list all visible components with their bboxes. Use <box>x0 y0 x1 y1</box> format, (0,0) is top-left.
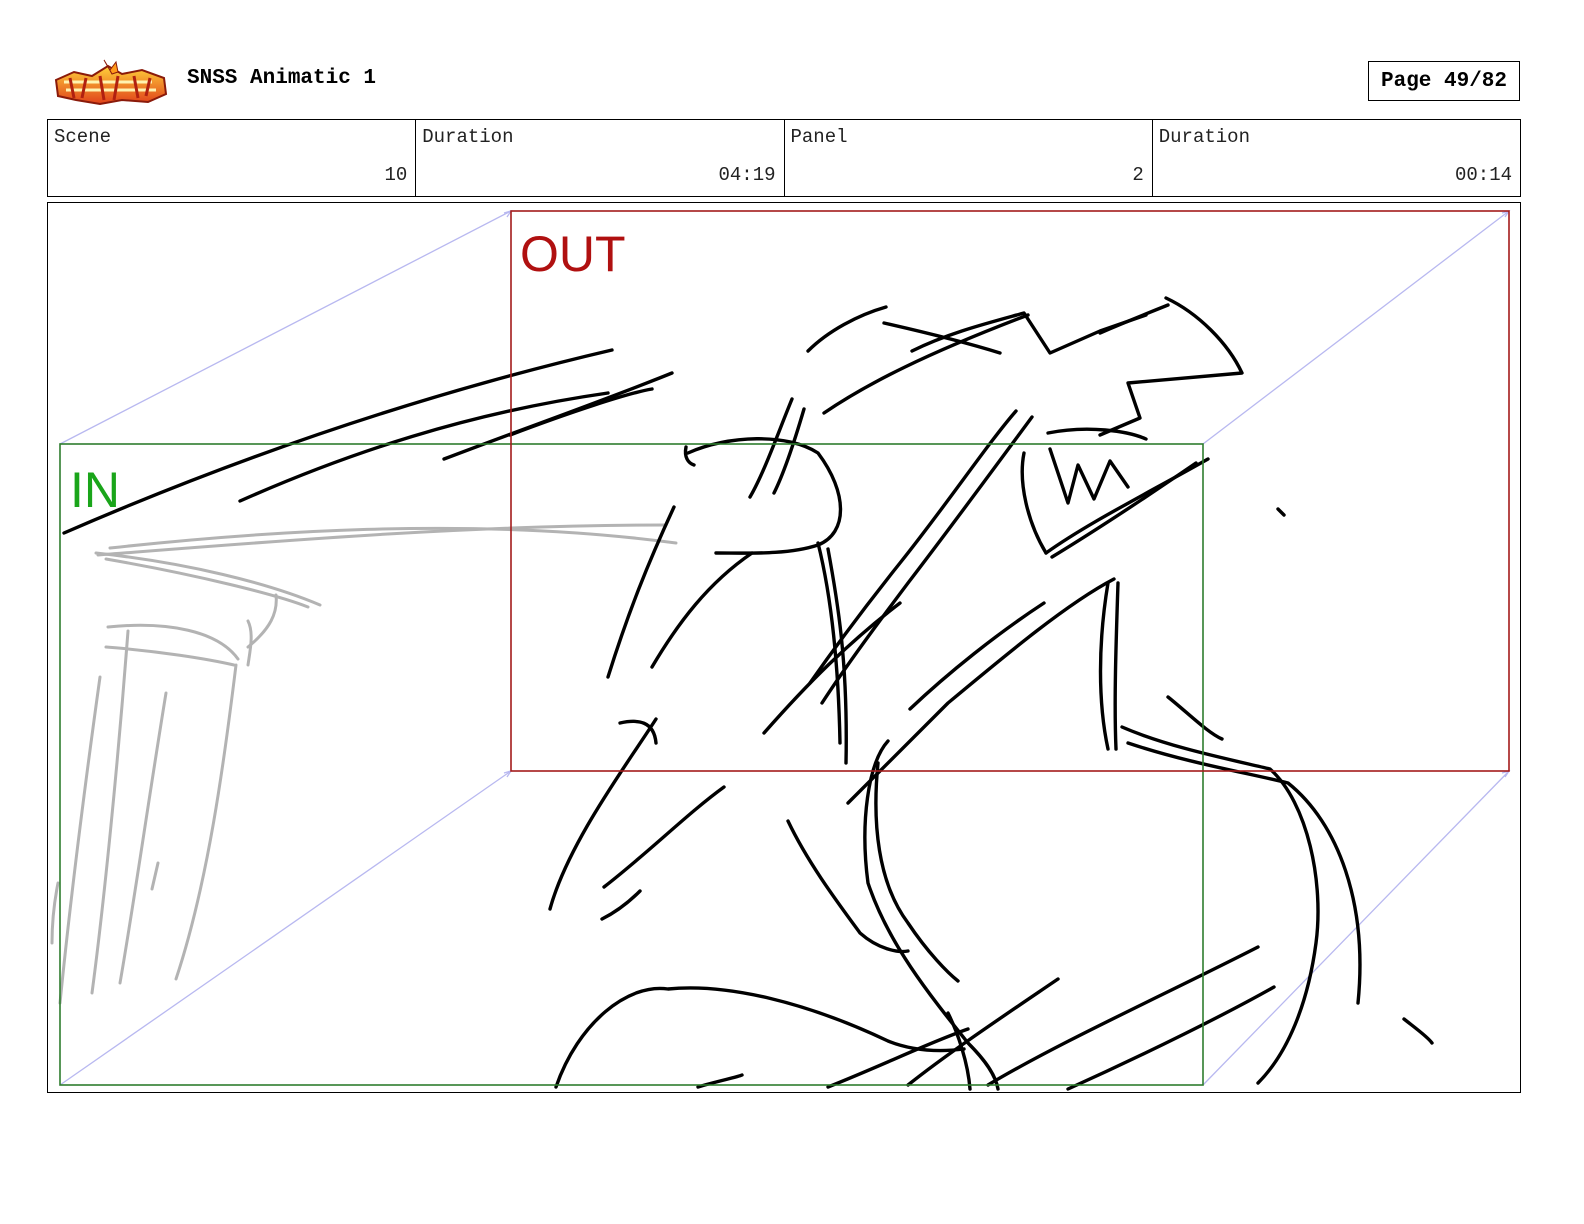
background-sketch <box>50 523 678 1005</box>
storyboard-panel: IN OUT <box>47 202 1521 1093</box>
scene-label: Scene <box>54 126 112 148</box>
dragon-sketch <box>62 296 1434 1091</box>
panel-drawing <box>50 209 1511 1091</box>
panel-cell: Panel 2 <box>785 120 1153 196</box>
panel-duration-label: Duration <box>1158 126 1250 148</box>
scene-duration-cell: Duration 04:19 <box>416 120 785 196</box>
scene-duration-value: 04:19 <box>718 164 776 186</box>
panel-duration-value: 00:14 <box>1454 164 1512 186</box>
camera-move-guides <box>59 209 1511 1086</box>
out-frame-label: OUT <box>520 226 626 282</box>
in-frame <box>59 443 1204 1086</box>
scene-value: 10 <box>384 164 408 186</box>
page-number: Page 49/82 <box>1368 61 1520 101</box>
in-frame-label: IN <box>70 462 120 518</box>
out-frame <box>510 210 1510 772</box>
panel-value: 2 <box>1132 164 1144 186</box>
scene-info-table: Scene 10 Duration 04:19 Panel 2 Duration… <box>47 119 1521 197</box>
scene-cell: Scene 10 <box>48 120 417 196</box>
show-logo <box>54 59 168 106</box>
project-title: SNSS Animatic 1 <box>187 67 377 90</box>
panel-label: Panel <box>790 126 848 148</box>
panel-duration-cell: Duration 00:14 <box>1153 120 1520 196</box>
scene-duration-label: Duration <box>422 126 514 148</box>
